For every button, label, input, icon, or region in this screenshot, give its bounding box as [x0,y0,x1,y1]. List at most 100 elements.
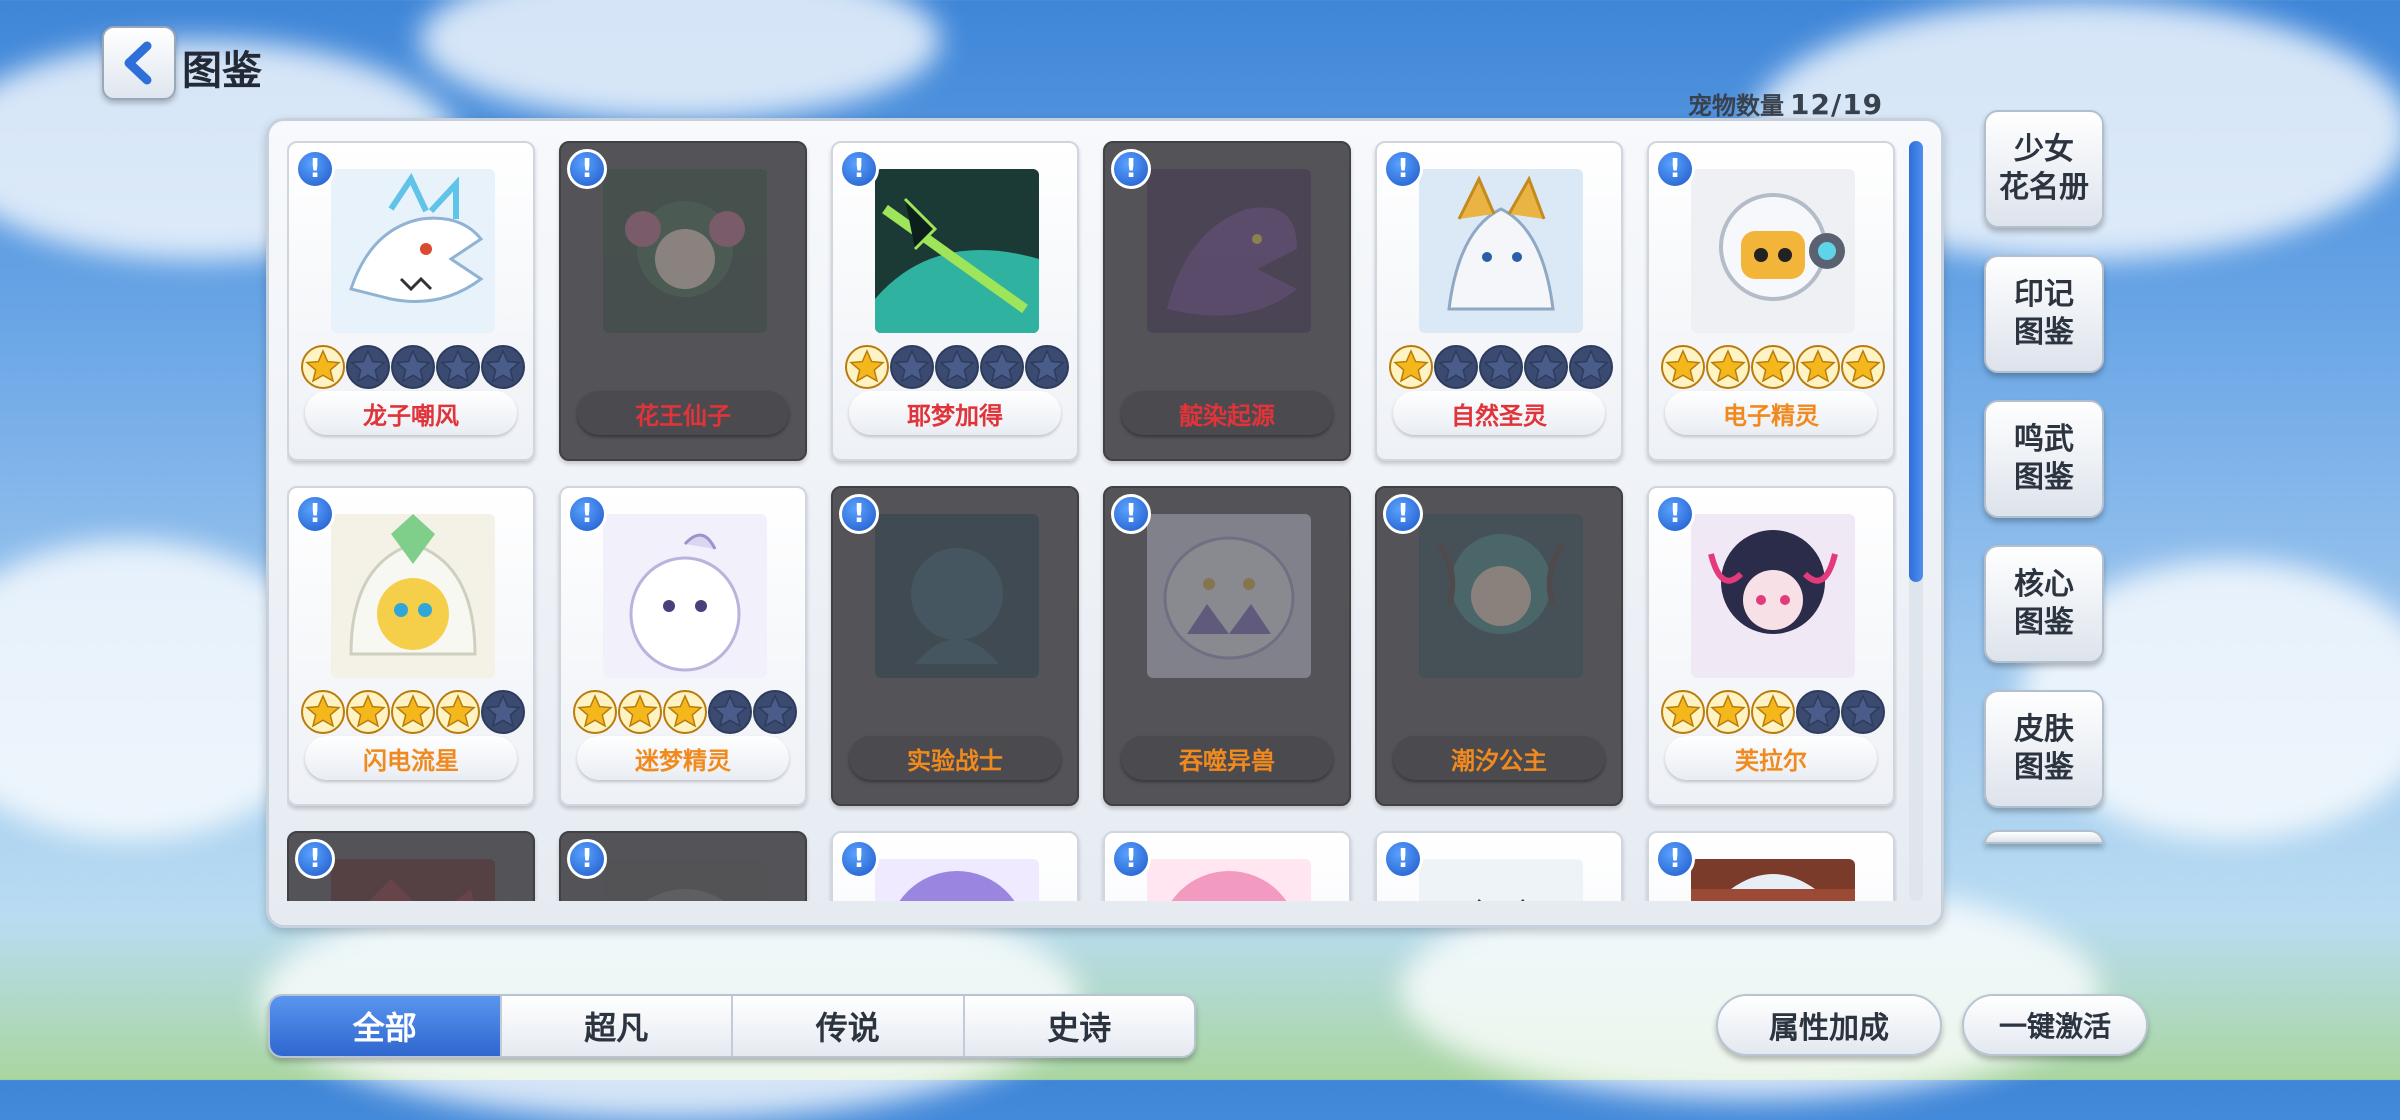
pet-card[interactable]: ! [831,831,1079,901]
star-icon [573,690,617,734]
pet-portrait [1147,514,1311,678]
pet-name: 耶梦加得 [849,391,1061,435]
info-icon[interactable]: ! [295,149,335,189]
pet-card[interactable]: ! 龙子嘲风 [287,141,535,461]
star-icon [391,690,435,734]
star-icon [346,690,390,734]
rarity-tab[interactable]: 超凡 [499,996,732,1056]
pet-collection-panel: ! 龙子嘲风! 花王仙子! 耶梦加得! 靛染起源! 自然圣灵! 电子精灵 ! 闪… [266,118,1944,928]
star-icon [301,345,345,389]
star-icon [1841,690,1885,734]
info-icon[interactable]: ! [1383,839,1423,879]
page-title: 图鉴 [182,48,262,94]
info-icon[interactable]: ! [1383,149,1423,189]
info-icon[interactable]: ! [567,839,607,879]
side-button-partial[interactable] [1984,830,2104,844]
info-icon[interactable]: ! [1655,149,1695,189]
pet-portrait [1419,514,1583,678]
star-icon [1479,345,1523,389]
pet-card[interactable]: ! [1375,831,1623,901]
info-icon[interactable]: ! [295,839,335,879]
pet-name: 实验战士 [849,736,1061,780]
info-icon[interactable]: ! [839,494,879,534]
pet-name: 潮汐公主 [1393,736,1605,780]
pet-portrait [875,514,1039,678]
pet-card[interactable]: ! [1103,831,1351,901]
side-button[interactable]: 鸣武 图鉴 [1984,400,2104,518]
info-icon[interactable]: ! [1111,149,1151,189]
pet-card[interactable]: ! 耶梦加得 [831,141,1079,461]
pet-portrait [1691,514,1855,678]
pet-card[interactable]: ! 吞噬异兽 [1103,486,1351,806]
star-icon [1389,345,1433,389]
star-icon [1751,345,1795,389]
info-icon[interactable]: ! [1383,494,1423,534]
pet-card[interactable]: ! 自然圣灵 [1375,141,1623,461]
pet-grid[interactable]: ! 龙子嘲风! 花王仙子! 耶梦加得! 靛染起源! 自然圣灵! 电子精灵 ! 闪… [287,141,1897,901]
pet-portrait [1419,859,1583,901]
info-icon[interactable]: ! [567,149,607,189]
star-icon [1841,345,1885,389]
pet-card[interactable]: ! 电子精灵 [1647,141,1895,461]
pet-count-label: 宠物数量 [1688,92,1784,120]
pet-card[interactable]: ! 迷梦精灵 [559,486,807,806]
pet-name: 芙拉尔 [1665,736,1877,780]
back-button[interactable] [102,26,176,100]
pet-portrait [875,859,1039,901]
activate-all-button[interactable]: 一键激活 [1962,994,2148,1056]
star-icon [935,345,979,389]
star-rating [573,690,797,734]
star-icon [481,345,525,389]
side-button[interactable]: 印记 图鉴 [1984,255,2104,373]
pet-portrait [331,514,495,678]
pet-portrait [603,169,767,333]
chevron-left-icon [124,41,152,85]
info-icon[interactable]: ! [1111,839,1151,879]
info-icon[interactable]: ! [1111,494,1151,534]
info-icon[interactable]: ! [1655,494,1695,534]
attribute-bonus-button[interactable]: 属性加成 [1716,994,1942,1056]
rarity-tab[interactable]: 全部 [270,996,500,1056]
rarity-tab[interactable]: 传说 [731,996,963,1056]
pet-card[interactable]: ! 花王仙子 [559,141,807,461]
info-icon[interactable]: ! [295,494,335,534]
star-icon [1751,690,1795,734]
star-icon [980,345,1024,389]
pet-card[interactable]: ! [287,831,535,901]
side-button[interactable]: 核心 图鉴 [1984,545,2104,663]
rarity-tab[interactable]: 史诗 [962,996,1195,1056]
pet-card[interactable]: ! 芙拉尔 [1647,486,1895,806]
star-rating [1661,690,1885,734]
cloud [420,0,940,120]
scrollbar[interactable] [1909,141,1923,901]
pet-count-value: 12/19 [1790,88,1884,121]
pet-portrait [1419,169,1583,333]
star-icon [1796,345,1840,389]
pet-card[interactable]: ! 实验战士 [831,486,1079,806]
info-icon[interactable]: ! [1655,839,1695,879]
star-icon [1661,345,1705,389]
star-rating [1661,345,1885,389]
info-icon[interactable]: ! [567,494,607,534]
pet-portrait [603,514,767,678]
pet-name: 迷梦精灵 [577,736,789,780]
side-button[interactable]: 皮肤 图鉴 [1984,690,2104,808]
star-icon [1434,345,1478,389]
info-icon[interactable]: ! [839,839,879,879]
pet-card[interactable]: ! 潮汐公主 [1375,486,1623,806]
star-icon [663,690,707,734]
star-icon [753,690,797,734]
pet-name: 电子精灵 [1665,391,1877,435]
star-rating [1389,345,1613,389]
pet-card[interactable]: ! 闪电流星 [287,486,535,806]
info-icon[interactable]: ! [839,149,879,189]
side-button[interactable]: 少女 花名册 [1984,110,2104,228]
pet-card[interactable]: ! [559,831,807,901]
star-icon [618,690,662,734]
star-icon [1796,690,1840,734]
rarity-tabs: 全部 超凡 传说 史诗 [268,994,1196,1058]
pet-card[interactable]: ! 靛染起源 [1103,141,1351,461]
pet-card[interactable]: ! [1647,831,1895,901]
scrollbar-thumb[interactable] [1909,141,1923,582]
star-icon [1569,345,1613,389]
